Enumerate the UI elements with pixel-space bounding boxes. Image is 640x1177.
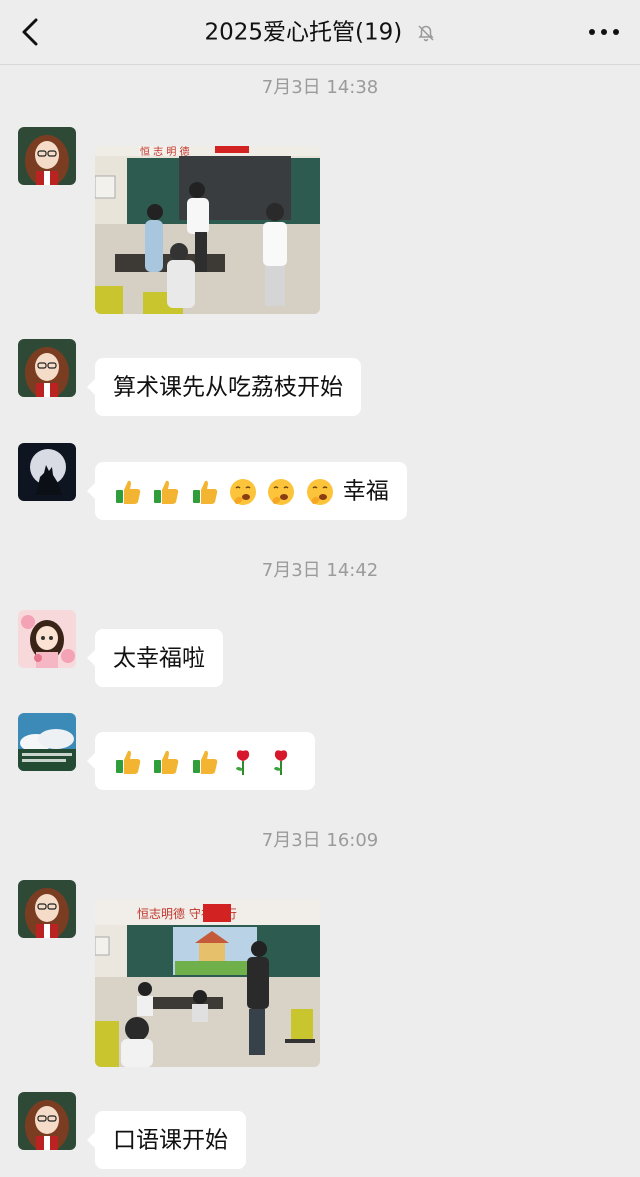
thumbs-up-icon (192, 480, 217, 504)
more-button[interactable] (586, 20, 622, 44)
yawn-face-icon (306, 478, 333, 505)
message-text: 口语课开始 (113, 1127, 228, 1154)
message-text: 算术课先从吃荔枝开始 (113, 374, 343, 401)
avatar-teacher[interactable] (18, 127, 76, 185)
yawn-face-icon (268, 478, 295, 505)
message-photo[interactable]: 恒 志 明 德 (95, 146, 320, 314)
message-text: 太幸福啦 (113, 645, 205, 672)
message-bubble[interactable] (86, 732, 316, 790)
thumbs-up-icon (192, 750, 217, 774)
rose-icon (235, 749, 250, 775)
thumbs-up-icon (116, 480, 141, 504)
avatar-teacher[interactable] (18, 339, 76, 397)
chat-title-wrap: 2025爱心托管(19) (0, 16, 640, 49)
avatar-sky[interactable] (18, 713, 76, 771)
avatar-teacher[interactable] (18, 1092, 76, 1150)
avatar-teacher[interactable] (18, 880, 76, 938)
thumbs-up-icon (154, 480, 179, 504)
message-bubble[interactable]: 太幸福啦 (87, 629, 223, 687)
chat-header: 2025爱心托管(19) (0, 0, 640, 65)
rose-icon (274, 749, 288, 775)
message-bubble[interactable]: 口语课开始 (87, 1111, 246, 1169)
yawn-face-icon (229, 478, 256, 505)
message-text: 幸福 (342, 478, 389, 505)
message-bubble[interactable]: 幸福 (87, 462, 407, 520)
timestamp: 7月3日 16:09 (261, 830, 379, 851)
message-bubble[interactable]: 算术课先从吃荔枝开始 (87, 358, 361, 416)
chat-title: 2025爱心托管(19) (204, 19, 403, 46)
more-dots-icon (589, 29, 619, 35)
avatar-wolf[interactable] (18, 443, 76, 501)
message-photo[interactable]: 恒志明德 守礼笃行 (95, 899, 320, 1067)
timestamp: 7月3日 14:38 (261, 77, 379, 98)
avatar-girl[interactable] (18, 610, 76, 668)
thumbs-up-icon (116, 750, 141, 774)
timestamp: 7月3日 14:42 (261, 560, 379, 581)
bell-off-icon (418, 24, 434, 41)
thumbs-up-icon (154, 750, 179, 774)
